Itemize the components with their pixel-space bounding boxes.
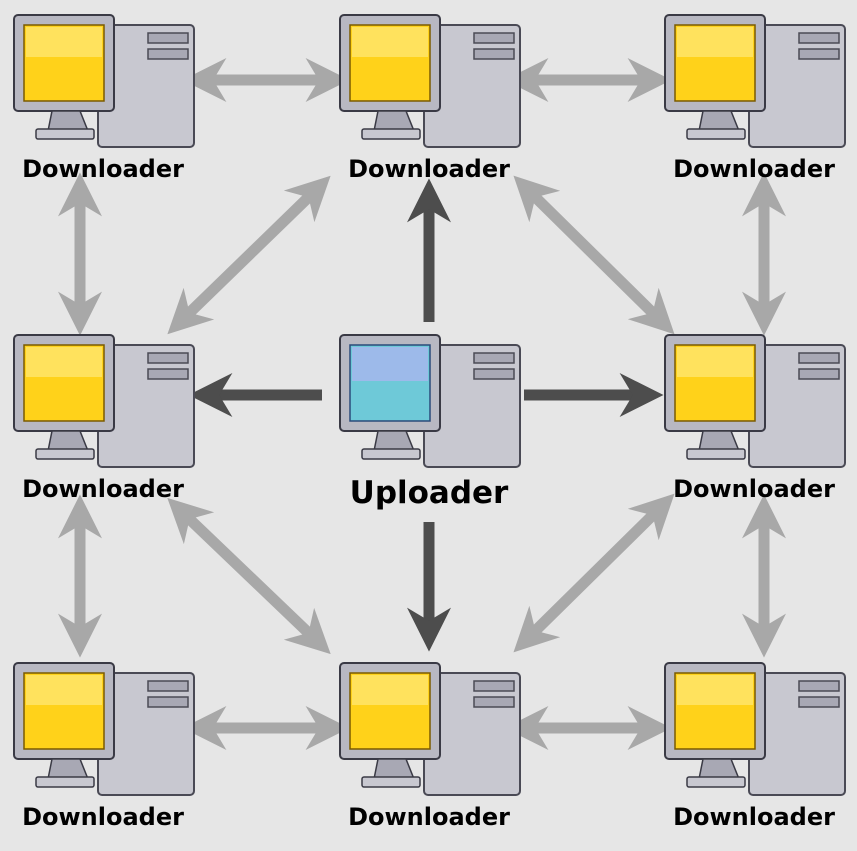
uploader-node-center: Uploader — [334, 333, 524, 523]
computer-icon — [339, 14, 521, 148]
peer-arrow-ml-tc — [167, 175, 331, 335]
computer-icon — [664, 14, 846, 148]
downloader-node-middle-right: Downloader — [659, 333, 849, 523]
peer-arrow-mr-bc — [513, 493, 675, 653]
computer-icon — [664, 662, 846, 796]
computer-icon — [339, 334, 521, 468]
computer-icon — [13, 334, 195, 468]
node-label: Uploader — [349, 475, 509, 511]
downloader-node-bottom-right: Downloader — [659, 661, 849, 851]
node-label: Downloader — [348, 155, 510, 183]
node-label: Downloader — [673, 475, 835, 503]
downloader-node-top-left: Downloader — [8, 13, 198, 203]
downloader-node-bottom-left: Downloader — [8, 661, 198, 851]
computer-icon — [339, 662, 521, 796]
p2p-diagram: Downloader Downloader Downloader Downloa… — [0, 0, 857, 831]
computer-icon — [13, 14, 195, 148]
node-label: Downloader — [348, 803, 510, 831]
peer-arrow-ml-bc — [167, 497, 331, 655]
downloader-node-middle-left: Downloader — [8, 333, 198, 523]
downloader-node-top-right: Downloader — [659, 13, 849, 203]
peer-arrow-tc-mr — [513, 175, 675, 335]
downloader-node-bottom-center: Downloader — [334, 661, 524, 851]
node-label: Downloader — [22, 475, 184, 503]
computer-icon — [13, 662, 195, 796]
node-label: Downloader — [22, 155, 184, 183]
computer-icon — [664, 334, 846, 468]
node-label: Downloader — [673, 155, 835, 183]
downloader-node-top-center: Downloader — [334, 13, 524, 203]
node-label: Downloader — [22, 803, 184, 831]
node-label: Downloader — [673, 803, 835, 831]
